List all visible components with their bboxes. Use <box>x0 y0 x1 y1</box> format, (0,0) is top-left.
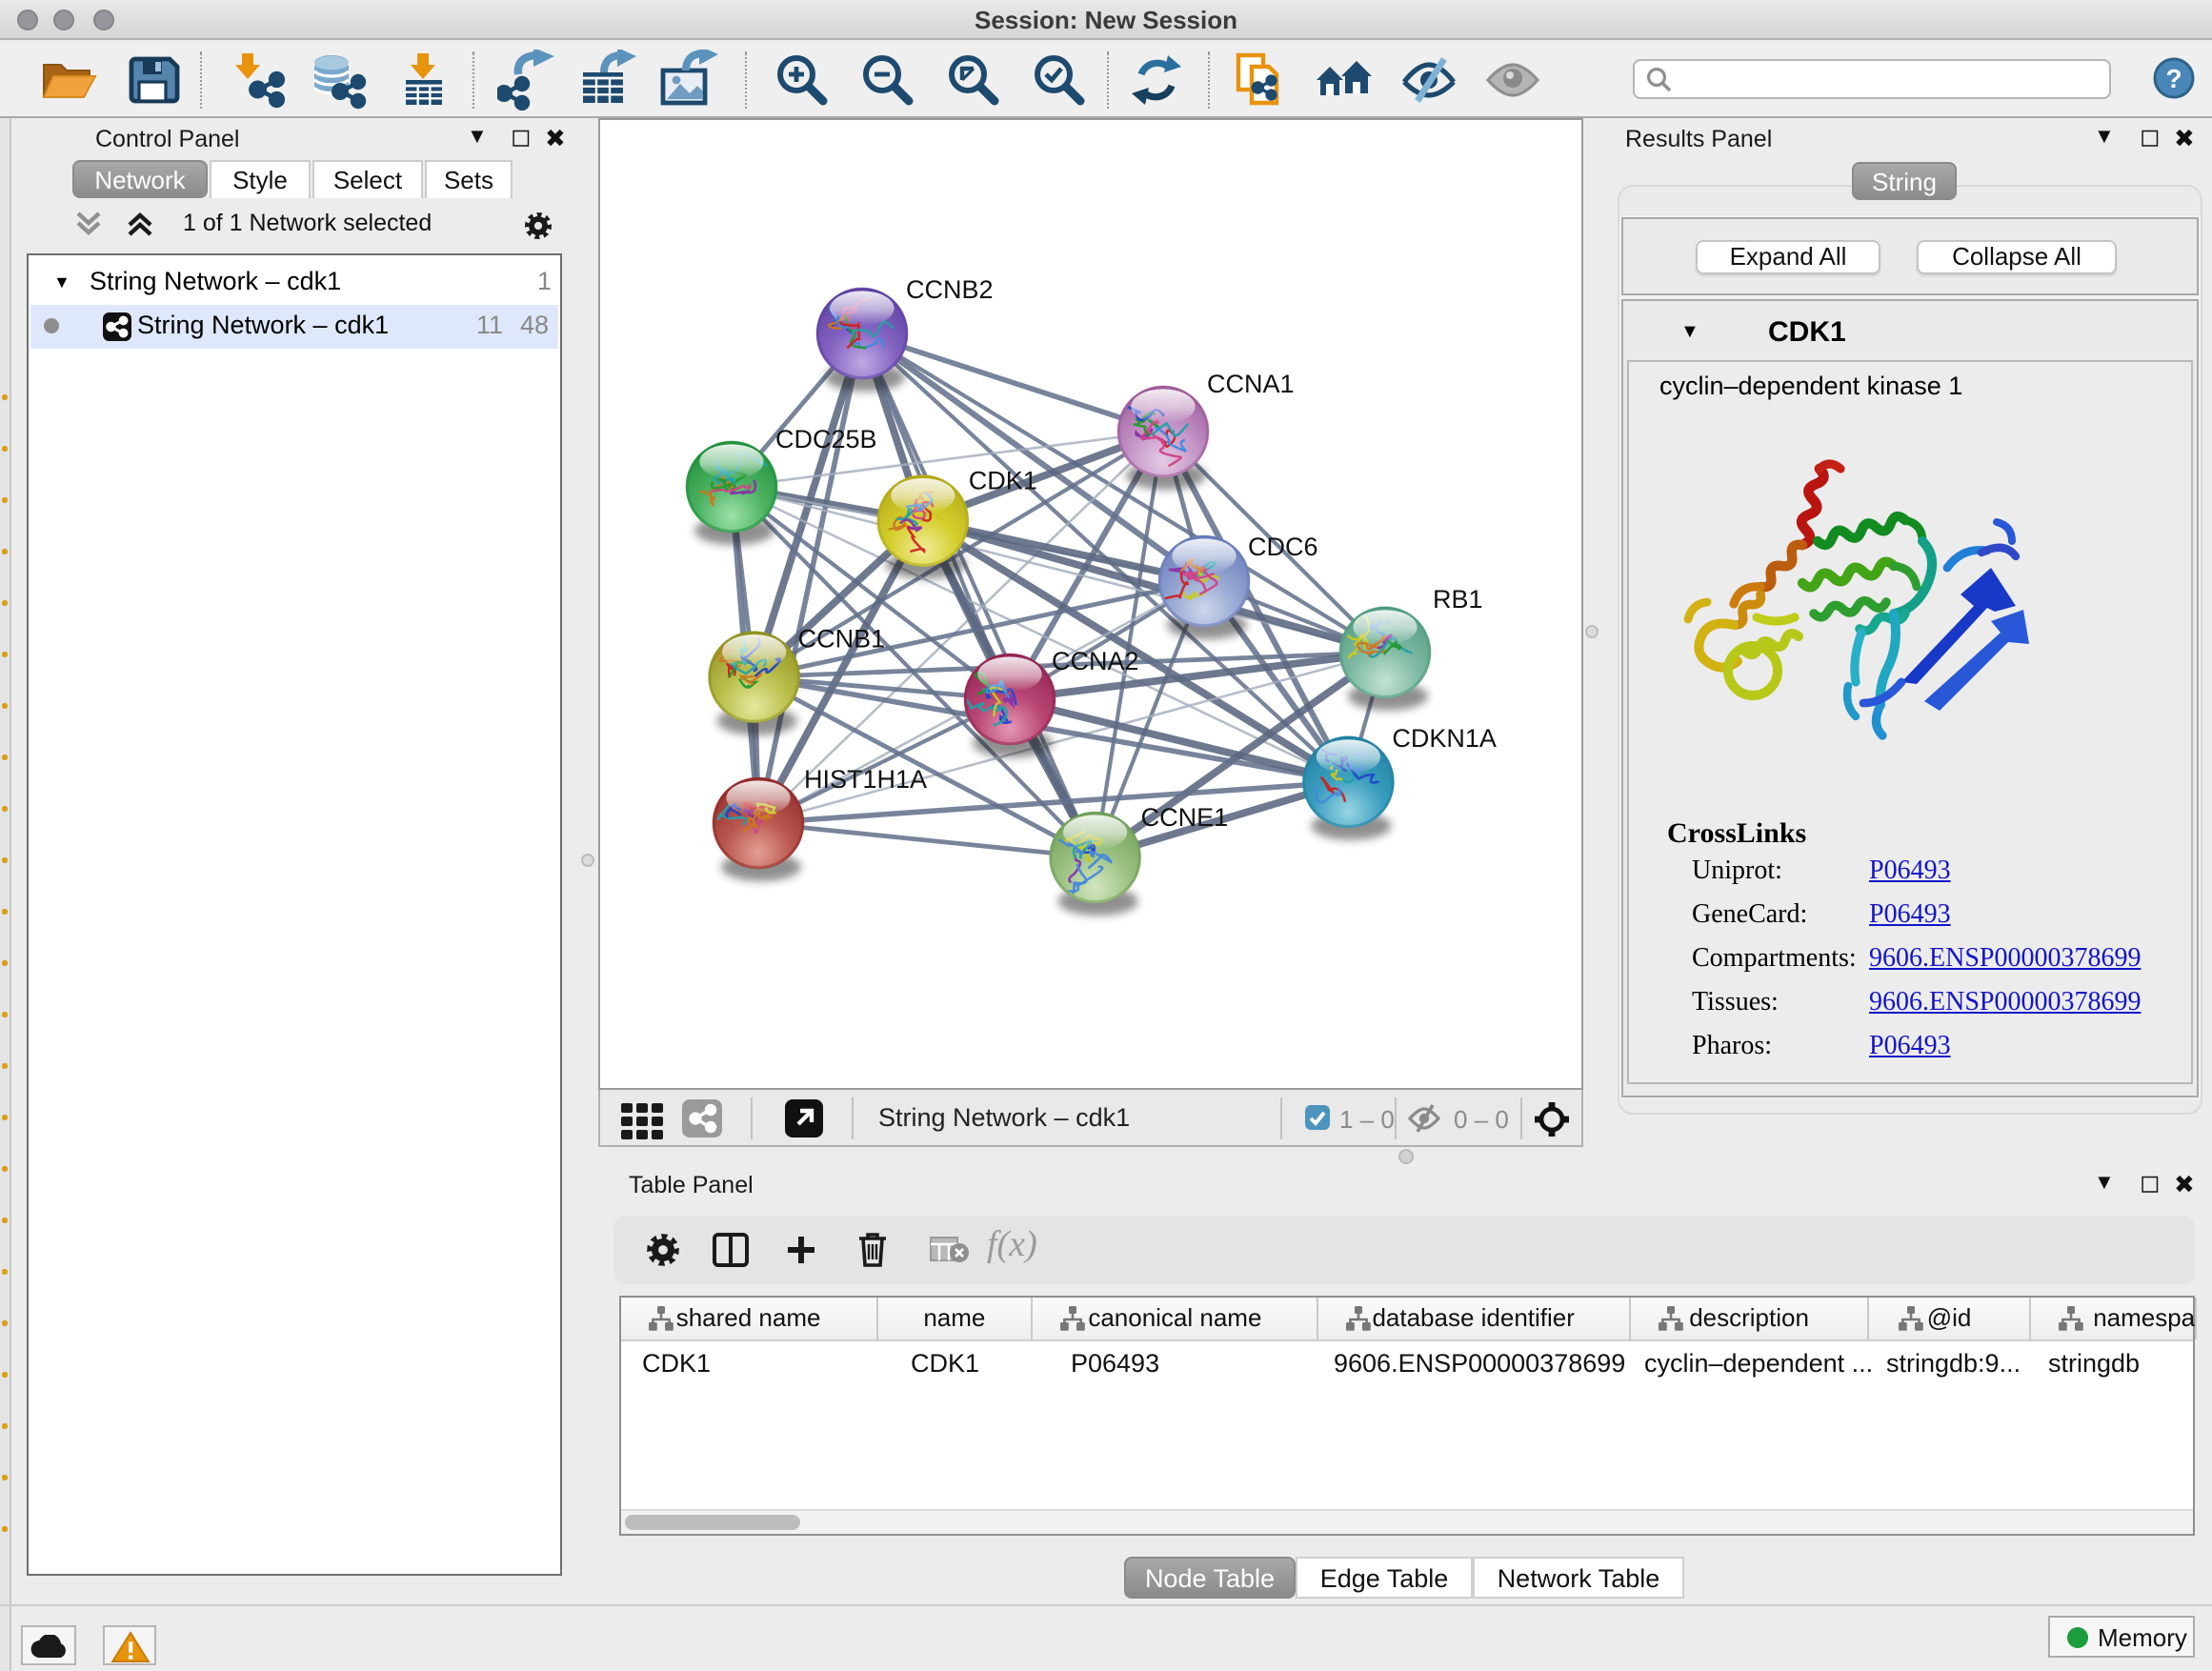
svg-text:CDC6: CDC6 <box>1248 533 1318 561</box>
svg-text:?: ? <box>2165 64 2182 93</box>
svg-text:CDKN1A: CDKN1A <box>1392 724 1497 753</box>
svg-text:CCNA2: CCNA2 <box>1052 647 1139 675</box>
svg-text:CDK1: CDK1 <box>969 467 1037 495</box>
svg-text:CCNB1: CCNB1 <box>798 625 886 654</box>
svg-text:HIST1H1A: HIST1H1A <box>804 765 927 794</box>
svg-text:CCNA1: CCNA1 <box>1207 370 1295 398</box>
svg-text:CCNE1: CCNE1 <box>1141 803 1229 832</box>
svg-text:CCNB2: CCNB2 <box>906 275 994 304</box>
svg-text:RB1: RB1 <box>1433 585 1483 614</box>
svg-text:CDC25B: CDC25B <box>775 425 877 453</box>
